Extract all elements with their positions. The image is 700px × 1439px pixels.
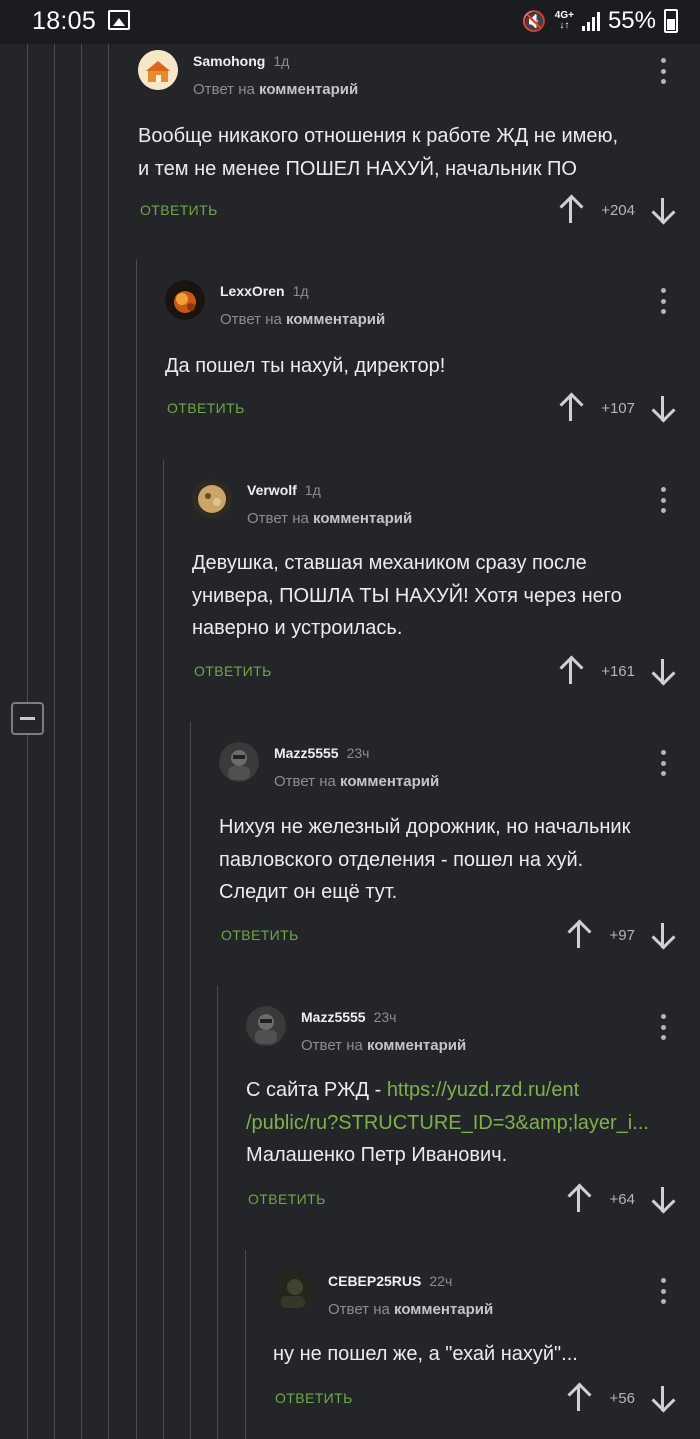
upvote-arrow-icon[interactable] <box>559 657 583 685</box>
mute-icon: 🔇 <box>521 10 547 33</box>
downvote-arrow-icon[interactable] <box>651 1384 675 1412</box>
comment: Samohong 1д Ответ на комментарий Вообще н… <box>138 50 678 240</box>
more-menu-icon[interactable] <box>661 1014 667 1040</box>
more-menu-icon[interactable] <box>661 487 667 513</box>
reply-button[interactable]: ОТВЕТИТЬ <box>140 202 218 218</box>
comment: Mazz5555 23ч Ответ на комментарий Нихуя н… <box>219 742 678 962</box>
upvote-arrow-icon[interactable] <box>559 196 583 224</box>
comment-time: 1д <box>304 482 321 498</box>
comment-text: ну не пошел же, а "ехай нахуй"... <box>273 1343 578 1365</box>
comment-author[interactable]: Verwolf 1д <box>247 482 321 498</box>
network-type: 4G+ ↓↑ <box>554 10 574 31</box>
reply-to-info[interactable]: Ответ на комментарий <box>274 773 439 790</box>
comment-time: 23ч <box>373 1009 397 1025</box>
comment-rating: +161 <box>601 663 635 680</box>
comment-text: Девушка, ставшая механиком сразу после у… <box>192 552 622 639</box>
thread-line[interactable] <box>190 722 191 1439</box>
gallery-notification-icon <box>108 10 130 30</box>
comment-rating: +64 <box>609 1191 635 1208</box>
comment-text: Вообще никакого отношения к работе ЖД не… <box>138 125 619 180</box>
status-bar: 18:05 🔇 4G+ ↓↑ 55% <box>0 0 700 44</box>
comment-time: 1д <box>273 53 290 69</box>
reply-to-info[interactable]: Ответ на комментарий <box>247 510 412 527</box>
more-menu-icon[interactable] <box>661 288 667 314</box>
comment-rating: +56 <box>609 1390 635 1407</box>
reply-to-info[interactable]: Ответ на комментарий <box>220 311 385 328</box>
collapse-thread-button[interactable] <box>11 702 44 735</box>
thread-line[interactable] <box>54 44 55 1439</box>
comment-rating: +204 <box>601 202 635 219</box>
reply-button[interactable]: ОТВЕТИТЬ <box>221 927 299 943</box>
reply-to-info[interactable]: Ответ на комментарий <box>328 1301 493 1318</box>
reply-to-info[interactable]: Ответ на комментарий <box>301 1037 466 1054</box>
comment-text: Нихуя не железный дорожник, но начальник… <box>219 816 631 903</box>
reply-button[interactable]: ОТВЕТИТЬ <box>248 1191 326 1207</box>
status-indicators: 🔇 4G+ ↓↑ 55% <box>522 7 678 35</box>
comment-text: Да пошел ты нахуй, директор! <box>165 355 446 377</box>
battery-percent: 55% <box>607 7 656 34</box>
thread-line[interactable] <box>217 986 218 1439</box>
downvote-arrow-icon[interactable] <box>651 196 675 224</box>
avatar[interactable] <box>165 280 205 320</box>
avatar[interactable] <box>246 1006 286 1046</box>
thread-line[interactable] <box>245 1250 246 1439</box>
comment-author[interactable]: Mazz5555 23ч <box>301 1009 396 1025</box>
comment-rating: +97 <box>609 927 635 944</box>
avatar[interactable] <box>138 50 178 90</box>
battery-icon <box>664 9 678 33</box>
comment: СЕВЕР25RUS 22ч Ответ на комментарий ну не… <box>273 1270 678 1430</box>
thread-line[interactable] <box>81 44 82 1439</box>
comment: Verwolf 1д Ответ на комментарий Девушка, … <box>192 479 678 699</box>
comment-time: 1д <box>292 283 309 299</box>
comment-author[interactable]: LexxOren 1д <box>220 283 309 299</box>
external-link[interactable]: /public/ru?STRUCTURE_ID=3&amp;layer_i... <box>246 1107 649 1140</box>
comment: LexxOren 1д Ответ на комментарий Да пошел… <box>165 280 678 440</box>
comment-time: 23ч <box>346 745 370 761</box>
more-menu-icon[interactable] <box>661 58 667 84</box>
thread-line[interactable] <box>163 460 164 1439</box>
comment-text: С сайта РЖД - https://yuzd.rzd.ru/ent /p… <box>246 1079 649 1166</box>
downvote-arrow-icon[interactable] <box>651 1185 675 1213</box>
upvote-arrow-icon[interactable] <box>559 394 583 422</box>
downvote-arrow-icon[interactable] <box>651 921 675 949</box>
reply-button[interactable]: ОТВЕТИТЬ <box>167 400 245 416</box>
avatar[interactable] <box>192 479 232 519</box>
more-menu-icon[interactable] <box>661 750 667 776</box>
reply-button[interactable]: ОТВЕТИТЬ <box>194 663 272 679</box>
more-menu-icon[interactable] <box>661 1278 667 1304</box>
thread-line[interactable] <box>27 44 28 1439</box>
comment-author[interactable]: Mazz5555 23ч <box>274 745 369 761</box>
thread-line[interactable] <box>108 44 109 1439</box>
downvote-arrow-icon[interactable] <box>651 657 675 685</box>
comment: Mazz5555 23ч Ответ на комментарий С сайта… <box>246 1006 678 1226</box>
thread-line[interactable] <box>136 260 137 1439</box>
comment-rating: +107 <box>601 400 635 417</box>
external-link[interactable]: https://yuzd.rzd.ru/ent <box>387 1079 579 1101</box>
comment-author[interactable]: СЕВЕР25RUS 22ч <box>328 1273 452 1289</box>
status-time: 18:05 <box>32 7 97 35</box>
downvote-arrow-icon[interactable] <box>651 394 675 422</box>
comment-author[interactable]: Samohong 1д <box>193 53 289 69</box>
reply-to-info[interactable]: Ответ на комментарий <box>193 81 358 98</box>
reply-button[interactable]: ОТВЕТИТЬ <box>275 1390 353 1406</box>
comment-time: 22ч <box>429 1273 453 1289</box>
avatar[interactable] <box>219 742 259 782</box>
avatar[interactable] <box>273 1270 313 1310</box>
signal-icon <box>581 11 600 31</box>
